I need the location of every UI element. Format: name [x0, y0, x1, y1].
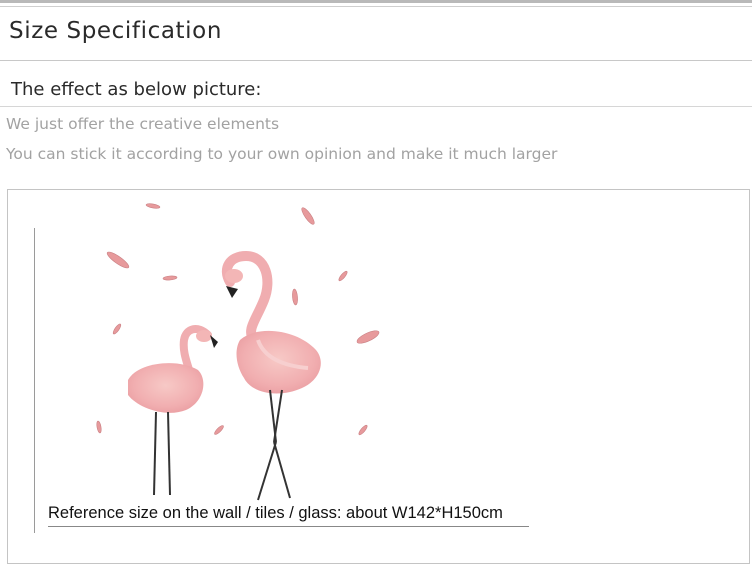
reference-size-caption: Reference size on the wall / tiles / gla… — [48, 504, 503, 522]
note-creative-elements: We just offer the creative elements — [6, 115, 280, 133]
top-divider-thick — [0, 0, 752, 3]
caption-underline — [48, 526, 529, 527]
small-flamingo — [128, 325, 218, 496]
title-divider — [0, 60, 752, 61]
page-title: Size Specification — [9, 18, 222, 44]
note-stick-opinion: You can stick it according to your own o… — [6, 145, 558, 163]
large-flamingo — [221, 250, 321, 501]
effect-divider — [0, 106, 752, 107]
product-picture-frame: Reference size on the wall / tiles / gla… — [7, 189, 750, 564]
top-divider-thin — [0, 6, 752, 7]
effect-label: The effect as below picture: — [11, 79, 262, 100]
